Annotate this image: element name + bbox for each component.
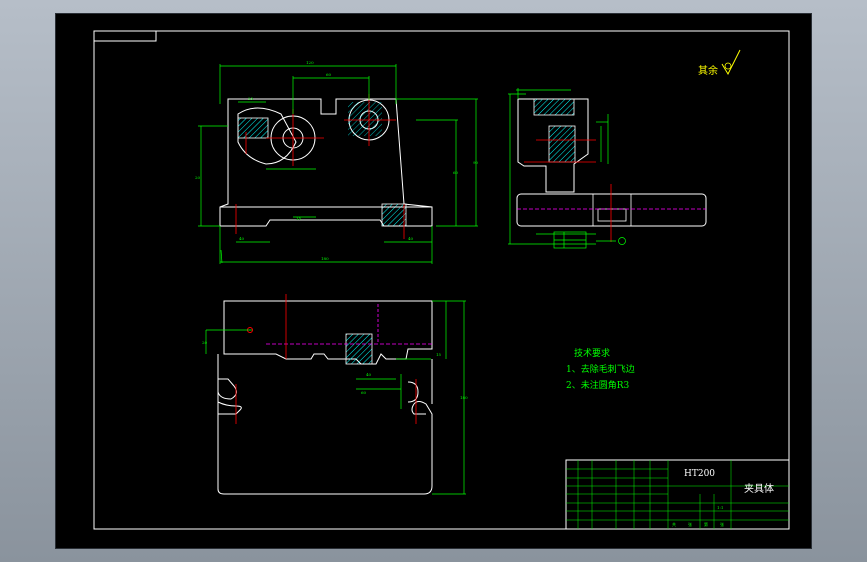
svg-text:第: 第	[704, 521, 708, 527]
svg-text:60: 60	[361, 390, 367, 395]
title-block: HT200 夹具体 1:1 共 张 第 张	[565, 459, 790, 530]
svg-text:40: 40	[408, 236, 414, 241]
part-name: 夹具体	[744, 482, 774, 495]
svg-text:25: 25	[248, 96, 254, 101]
svg-text:180: 180	[321, 256, 329, 261]
svg-text:15: 15	[296, 216, 302, 221]
side-view	[508, 88, 707, 249]
corner-label-box	[93, 30, 157, 42]
svg-text:张: 张	[720, 521, 724, 527]
material-label: HT200	[684, 469, 715, 479]
front-view: 120 60 25 20 180 40 40 60 90 15	[195, 60, 479, 264]
svg-text:60: 60	[326, 72, 332, 77]
cad-drawing: 120 60 25 20 180 40 40 60 90 15 180 20 4…	[93, 30, 790, 530]
svg-text:张: 张	[688, 521, 692, 527]
svg-text:60: 60	[453, 170, 459, 175]
svg-text:2、未注圆角R3: 2、未注圆角R3	[566, 379, 630, 391]
drawing-canvas[interactable]: 120 60 25 20 180 40 40 60 90 15 180 20 4…	[56, 14, 811, 548]
svg-text:180: 180	[460, 395, 468, 400]
svg-text:20: 20	[202, 340, 208, 345]
svg-text:其余: 其余	[698, 64, 718, 77]
technical-requirements: 技术要求 1、去除毛刺飞边 2、未注圆角R3	[566, 347, 635, 391]
svg-text:15: 15	[436, 352, 442, 357]
svg-text:40: 40	[366, 372, 372, 377]
svg-text:120: 120	[306, 60, 314, 65]
svg-text:共: 共	[672, 521, 676, 527]
svg-text:40: 40	[239, 236, 245, 241]
svg-text:1、去除毛刺飞边: 1、去除毛刺飞边	[566, 363, 635, 375]
svg-text:技术要求: 技术要求	[574, 347, 610, 359]
sheet-border	[93, 30, 790, 530]
roughness-symbol: 其余	[698, 49, 741, 77]
svg-text:20: 20	[195, 175, 201, 180]
scale-value: 1:1	[717, 505, 723, 510]
svg-text:90: 90	[473, 160, 479, 165]
top-view: 180 20 40 60 15	[202, 294, 468, 495]
